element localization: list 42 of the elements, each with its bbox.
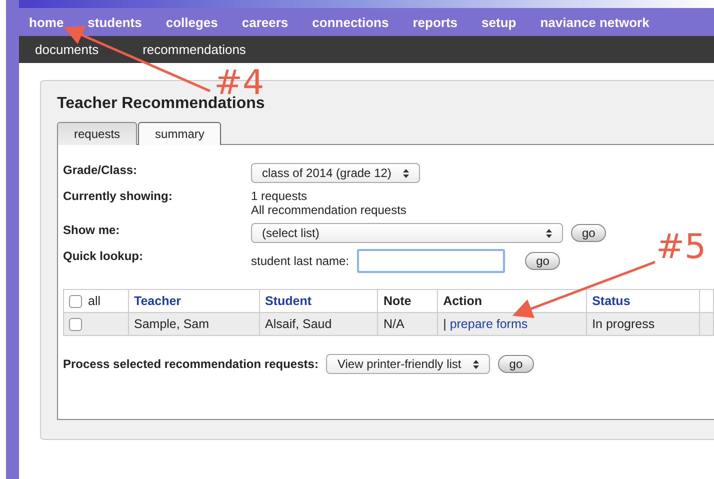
go-button[interactable]: go <box>571 224 606 242</box>
prepare-forms-link[interactable]: prepare forms <box>450 317 528 332</box>
list-select[interactable]: (select list) <box>251 223 563 243</box>
field-label: Quick lookup: <box>63 249 144 263</box>
table-cell: Alsaif, Saud <box>265 317 332 332</box>
nav-link[interactable]: reports <box>412 14 458 30</box>
action-select[interactable]: View printer-friendly list <box>326 354 490 374</box>
column-header: Note <box>383 294 412 308</box>
info-text: 1 requests <box>251 189 308 203</box>
column-header: Action <box>443 294 482 308</box>
annotation-label: #5 <box>656 230 706 264</box>
stepper-icon <box>546 228 552 238</box>
go-button[interactable]: go <box>498 355 534 374</box>
go-button[interactable]: go <box>525 252 560 270</box>
nav-link[interactable]: careers <box>242 14 288 30</box>
field-label: Show me: <box>63 223 121 237</box>
info-text: All recommendation requests <box>251 203 406 217</box>
table-cell: Sample, Sam <box>134 317 210 332</box>
row-checkbox[interactable] <box>69 318 82 332</box>
stepper-icon <box>473 360 480 369</box>
process-label: Process selected recommendation requests: <box>63 357 318 372</box>
stepper-icon <box>403 168 410 178</box>
nav-link[interactable]: setup <box>482 14 516 30</box>
field-label: Currently showing: <box>63 189 174 203</box>
class-select[interactable]: class of 2014 (grade 12) <box>251 163 420 183</box>
column-header: all <box>88 294 101 308</box>
subnav-link[interactable]: recommendations <box>142 42 246 57</box>
table-cell: N/A <box>383 317 404 332</box>
nav-link[interactable]: connections <box>312 14 389 30</box>
subnav-link[interactable]: documents <box>35 42 99 57</box>
nav-link[interactable]: students <box>88 14 142 30</box>
field-label: Grade/Class: <box>63 163 138 177</box>
nav-link[interactable]: colleges <box>166 14 218 30</box>
nav-link[interactable]: home <box>29 14 64 30</box>
tab[interactable]: summary <box>138 122 222 145</box>
table-cell: In progress <box>592 317 655 332</box>
tab[interactable]: requests <box>57 122 138 145</box>
select-all-checkbox[interactable] <box>69 294 82 308</box>
field-label: student last name: <box>251 254 350 268</box>
separator-text: | <box>443 317 446 332</box>
nav-link[interactable]: naviance network <box>540 14 650 30</box>
last-name-input[interactable] <box>357 249 506 273</box>
